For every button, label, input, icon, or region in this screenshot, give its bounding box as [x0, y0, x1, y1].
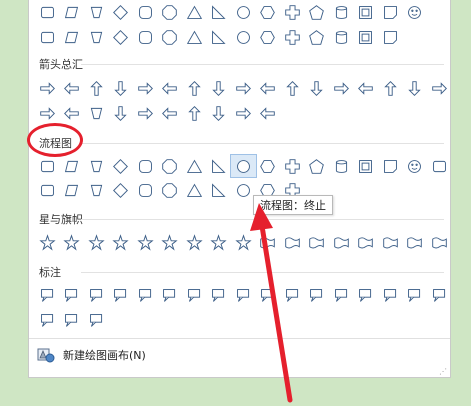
- red-arrow-annotation: [250, 203, 293, 403]
